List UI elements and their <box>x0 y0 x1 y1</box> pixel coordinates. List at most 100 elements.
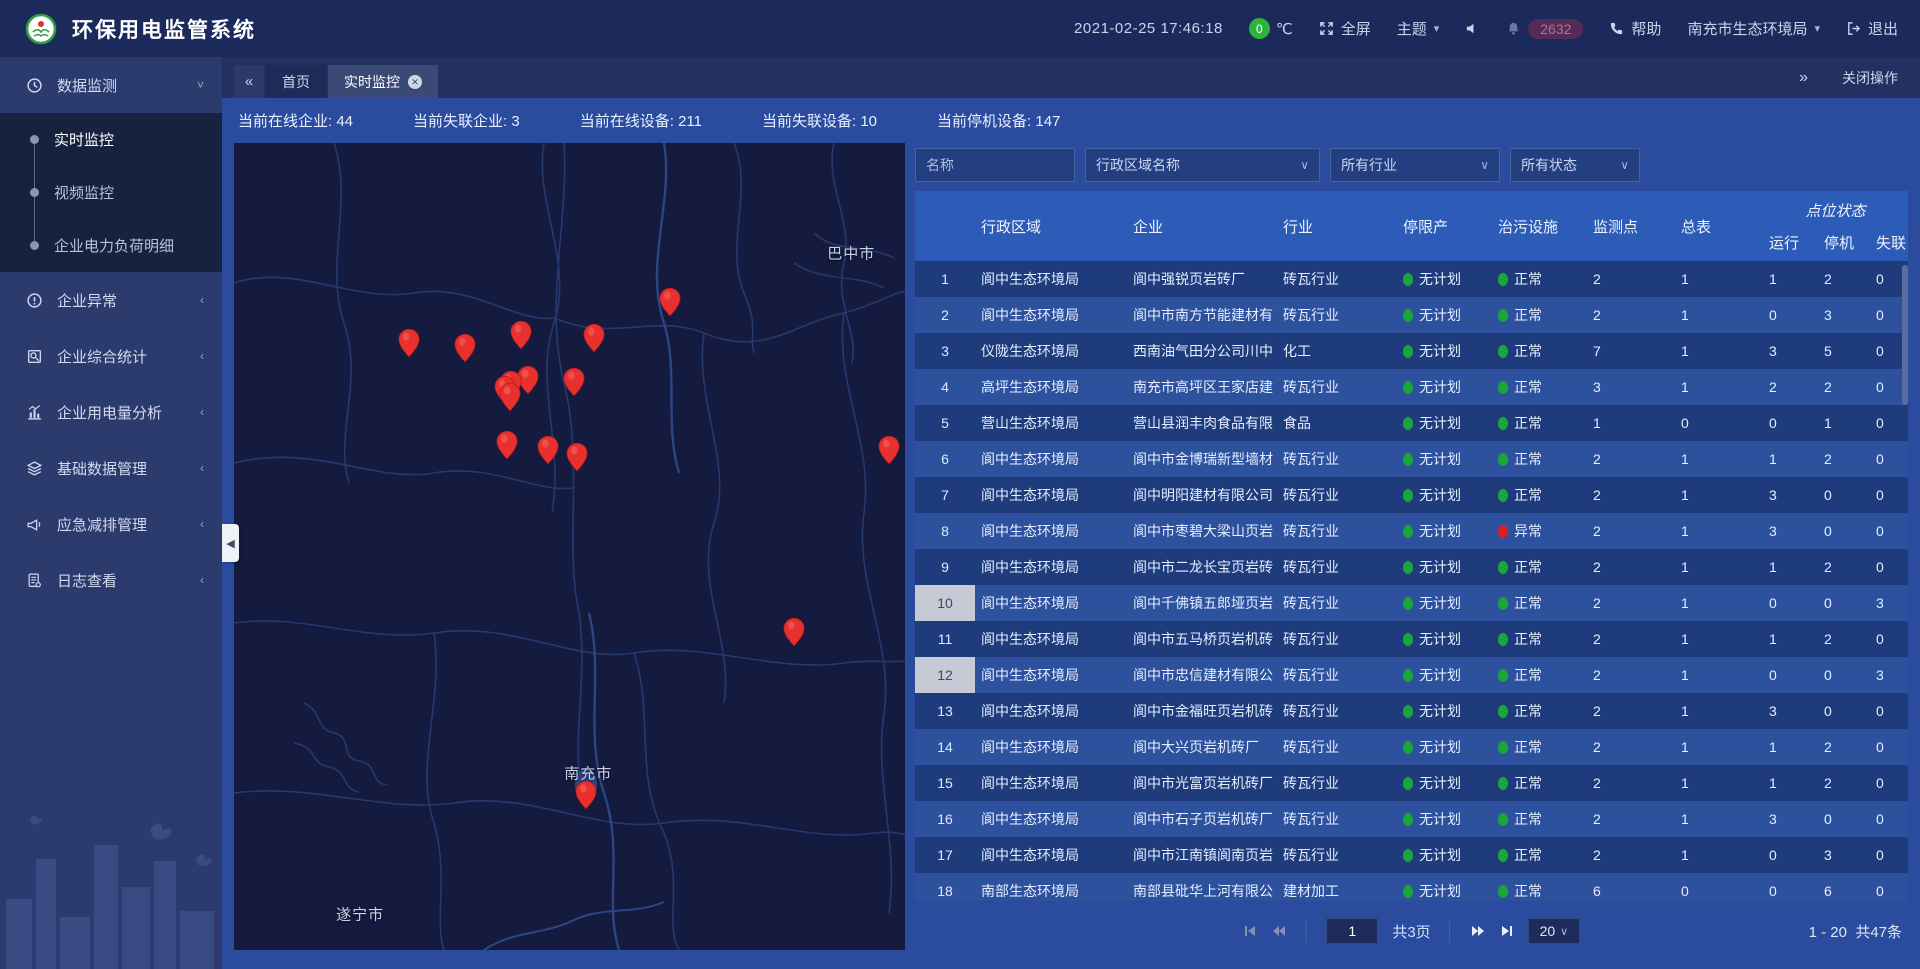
map-pin-icon[interactable] <box>496 430 518 460</box>
table-row[interactable]: 8阆中生态环境局阆中市枣碧大梁山页岩砖瓦行业无计划异常21300 <box>915 513 1908 549</box>
table-row[interactable]: 4高坪生态环境局南充市高坪区王家店建砖瓦行业无计划正常31220 <box>915 369 1908 405</box>
status-filter-select[interactable]: 所有状态 ∨ <box>1510 148 1640 182</box>
table-row[interactable]: 7阆中生态环境局阆中明阳建材有限公司砖瓦行业无计划正常21300 <box>915 477 1908 513</box>
map-pin-icon[interactable] <box>499 382 521 412</box>
map-pin-icon[interactable] <box>563 367 585 397</box>
sound-toggle[interactable] <box>1465 21 1480 36</box>
cell-region: 阆中生态环境局 <box>975 837 1127 873</box>
region-filter-select[interactable]: 行政区域名称 ∨ <box>1085 148 1320 182</box>
map-pin-icon[interactable] <box>878 435 900 465</box>
table-row[interactable]: 16阆中生态环境局阆中市石子页岩机砖厂砖瓦行业无计划正常21300 <box>915 801 1908 837</box>
scrollbar-thumb[interactable] <box>1902 265 1908 405</box>
map-pin-icon[interactable] <box>583 323 605 353</box>
tabs-scroll-right-button[interactable]: » <box>1799 69 1808 87</box>
help-button[interactable]: 帮助 <box>1609 18 1661 39</box>
row-number: 6 <box>915 441 975 477</box>
cell-industry: 砖瓦行业 <box>1277 765 1397 801</box>
table-row[interactable]: 17阆中生态环境局阆中市江南镇阆南页岩砖瓦行业无计划正常21030 <box>915 837 1908 873</box>
cell-region: 阆中生态环境局 <box>975 657 1127 693</box>
first-page-button[interactable] <box>1243 924 1257 938</box>
table-row[interactable]: 11阆中生态环境局阆中市五马桥页岩机砖砖瓦行业无计划正常21120 <box>915 621 1908 657</box>
map-pin-icon[interactable] <box>510 320 532 350</box>
map[interactable]: 巴中市南充市遂宁市 <box>234 143 905 950</box>
status-dot-green <box>1498 561 1508 574</box>
sidebar-item-realtime-monitoring[interactable]: 实时监控 <box>0 113 222 166</box>
tabs-scroll-left-button[interactable]: « <box>234 65 264 98</box>
cell-limit-status: 无计划 <box>1397 261 1492 297</box>
cell-company: 阆中强锐页岩砖厂 <box>1127 261 1277 297</box>
map-pin-icon[interactable] <box>537 435 559 465</box>
name-input[interactable] <box>926 157 1064 173</box>
cell-region: 高坪生态环境局 <box>975 369 1127 405</box>
table-row[interactable]: 18南部生态环境局南部县砒华上河有限公建材加工无计划正常60060 <box>915 873 1908 901</box>
map-pin-icon[interactable] <box>454 333 476 363</box>
table-row[interactable]: 14阆中生态环境局阆中大兴页岩机砖厂砖瓦行业无计划正常21120 <box>915 729 1908 765</box>
page-number-input[interactable] <box>1326 918 1378 944</box>
notifications[interactable]: 2632 <box>1506 19 1583 39</box>
table-row[interactable]: 5营山生态环境局营山县润丰肉食品有限食品无计划正常10010 <box>915 405 1908 441</box>
sidebar-collapse-handle[interactable]: ◀ <box>222 524 239 562</box>
table-row[interactable]: 15阆中生态环境局阆中市光富页岩机砖厂砖瓦行业无计划正常21120 <box>915 765 1908 801</box>
map-pin-icon[interactable] <box>575 780 597 810</box>
chevron-left-icon: ‹ <box>200 293 204 307</box>
cell-monitor-points: 2 <box>1587 297 1675 333</box>
status-dot-red <box>1498 525 1508 538</box>
sidebar-item-log-view[interactable]: 日志查看 ‹ <box>0 552 222 608</box>
map-pin-icon[interactable] <box>566 442 588 472</box>
cell-lost: 3 <box>1870 585 1908 621</box>
next-page-button[interactable] <box>1470 924 1486 938</box>
theme-menu[interactable]: 主题▾ <box>1397 18 1440 39</box>
col-monitor: 监测点 <box>1587 191 1675 261</box>
row-number: 10 <box>915 585 975 621</box>
sidebar-item-base-data[interactable]: 基础数据管理 ‹ <box>0 440 222 496</box>
table-row[interactable]: 9阆中生态环境局阆中市二龙长宝页岩砖砖瓦行业无计划正常21120 <box>915 549 1908 585</box>
sidebar-item-power-load-detail[interactable]: 企业电力负荷明细 <box>0 219 222 272</box>
col-limit: 停限产 <box>1397 191 1492 261</box>
tab-realtime-monitoring[interactable]: 实时监控 ✕ <box>328 65 438 98</box>
col-rownum <box>915 191 975 261</box>
tab-home[interactable]: 首页 <box>266 65 326 98</box>
cell-company: 南部县砒华上河有限公 <box>1127 873 1277 901</box>
sidebar-item-company-statistics[interactable]: 企业综合统计 ‹ <box>0 328 222 384</box>
cell-monitor-points: 2 <box>1587 693 1675 729</box>
prev-page-button[interactable] <box>1271 924 1287 938</box>
cell-monitor-points: 2 <box>1587 441 1675 477</box>
map-pin-icon[interactable] <box>659 287 681 317</box>
status-dot-green <box>1403 417 1413 430</box>
monitor-clock-icon <box>26 77 43 94</box>
sidebar-item-emergency-reduction[interactable]: 应急减排管理 ‹ <box>0 496 222 552</box>
logout-button[interactable]: 退出 <box>1846 18 1898 39</box>
bar-chart-icon <box>26 404 43 421</box>
table-row[interactable]: 1阆中生态环境局阆中强锐页岩砖厂砖瓦行业无计划正常21120 <box>915 261 1908 297</box>
cell-facility-status: 正常 <box>1492 801 1587 837</box>
cell-industry: 砖瓦行业 <box>1277 585 1397 621</box>
table-row[interactable]: 13阆中生态环境局阆中市金福旺页岩机砖砖瓦行业无计划正常21300 <box>915 693 1908 729</box>
table-row[interactable]: 10阆中生态环境局阆中千佛镇五郎垭页岩砖瓦行业无计划正常21003 <box>915 585 1908 621</box>
content-area: 当前在线企业: 44 当前失联企业: 3 当前在线设备: 211 当前失联设备:… <box>222 98 1920 969</box>
sidebar-item-video-monitoring[interactable]: 视频监控 <box>0 166 222 219</box>
table-row[interactable]: 12阆中生态环境局阆中市忠信建材有限公砖瓦行业无计划正常21003 <box>915 657 1908 693</box>
caret-down-icon: ▾ <box>1434 22 1440 35</box>
cell-company: 阆中市五马桥页岩机砖 <box>1127 621 1277 657</box>
map-pin-icon[interactable] <box>783 617 805 647</box>
fullscreen-button[interactable]: 全屏 <box>1319 18 1371 39</box>
org-menu[interactable]: 南充市生态环境局▾ <box>1687 18 1820 39</box>
table-row[interactable]: 6阆中生态环境局阆中市金博瑞新型墙材砖瓦行业无计划正常21120 <box>915 441 1908 477</box>
last-page-button[interactable] <box>1500 924 1514 938</box>
chevron-down-icon: ∨ <box>1620 158 1629 172</box>
close-icon[interactable]: ✕ <box>408 75 422 89</box>
close-operations-button[interactable]: 关闭操作 <box>1842 68 1898 88</box>
cell-running: 0 <box>1763 297 1818 333</box>
map-pin-icon[interactable] <box>398 328 420 358</box>
cell-stopped: 2 <box>1818 261 1870 297</box>
name-filter-input[interactable] <box>915 148 1075 182</box>
table-row[interactable]: 2阆中生态环境局阆中市南方节能建材有砖瓦行业无计划正常21030 <box>915 297 1908 333</box>
cell-running: 1 <box>1763 261 1818 297</box>
industry-filter-select[interactable]: 所有行业 ∨ <box>1330 148 1500 182</box>
page-size-select[interactable]: 20∨ <box>1528 918 1580 944</box>
sidebar-item-company-abnormal[interactable]: 企业异常 ‹ <box>0 272 222 328</box>
cell-lost: 0 <box>1870 441 1908 477</box>
table-row[interactable]: 3仪陇生态环境局西南油气田分公司川中化工无计划正常71350 <box>915 333 1908 369</box>
sidebar-item-data-monitoring[interactable]: 数据监测 ˅ <box>0 57 222 113</box>
sidebar-item-power-analysis[interactable]: 企业用电量分析 ‹ <box>0 384 222 440</box>
